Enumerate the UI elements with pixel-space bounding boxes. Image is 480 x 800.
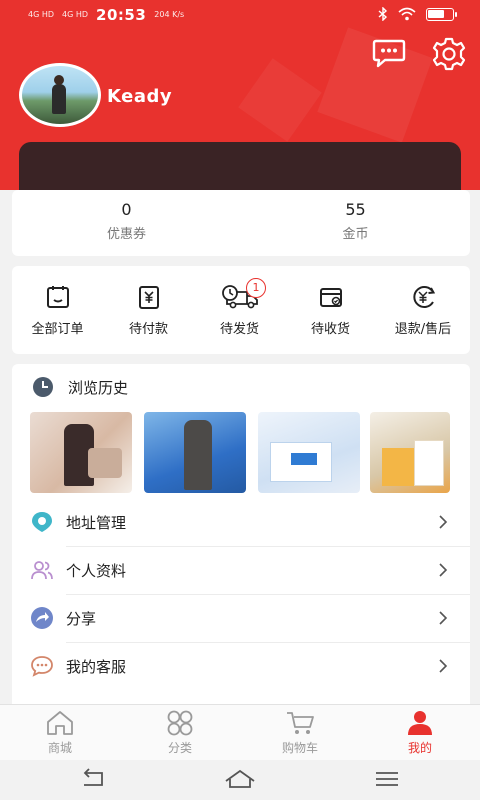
menu-item-service[interactable]: 我的客服 (12, 642, 470, 690)
menu-item-label: 分享 (66, 609, 97, 628)
order-all-label: 全部订单 (31, 322, 84, 337)
menu-item-label: 地址管理 (66, 513, 127, 532)
system-nav-bar (0, 760, 480, 800)
back-icon[interactable] (80, 768, 106, 790)
menu-nav-icon[interactable] (374, 768, 400, 790)
order-all-button[interactable]: 全部订单 (12, 284, 103, 337)
header-decoration (238, 58, 322, 142)
chevron-right-icon (439, 659, 448, 673)
tab-category[interactable]: 分类 (120, 709, 240, 756)
clock-icon (33, 377, 53, 397)
users-icon (31, 561, 53, 580)
chevron-right-icon (439, 563, 448, 577)
person-icon (408, 711, 432, 735)
orders-card: 全部订单 待付款 1 待发货 待收货 退款/售后 (12, 266, 470, 354)
order-unpaid-label: 待付款 (128, 322, 168, 337)
menu-card: 浏览历史 地址管理 个人资料 分享 我的客服 (12, 364, 470, 704)
menu-item-profile[interactable]: 个人资料 (12, 546, 470, 594)
menu-item-share[interactable]: 分享 (12, 594, 470, 642)
coupon-count: 0 (121, 200, 132, 219)
coin-label: 金币 (342, 227, 369, 242)
avatar[interactable] (19, 63, 101, 127)
network-speed: 204 K/s (154, 10, 185, 19)
to-ship-badge: 1 (246, 278, 266, 298)
gear-icon[interactable] (432, 37, 466, 71)
bottom-tab-bar: 商城 分类 购物车 我的 (0, 704, 480, 760)
coupon-label: 优惠券 (106, 227, 146, 242)
history-title: 浏览历史 (68, 378, 129, 397)
home-icon (47, 711, 73, 735)
wifi-icon (398, 7, 416, 21)
member-banner[interactable] (19, 142, 461, 190)
tab-cart[interactable]: 购物车 (240, 709, 360, 756)
tab-home[interactable]: 商城 (0, 709, 120, 756)
cart-icon (287, 712, 314, 734)
category-icon (167, 710, 193, 736)
username: Keady (107, 86, 173, 107)
chat-icon (31, 656, 53, 677)
signal-indicator-1: 4G HD (28, 10, 55, 19)
menu-item-label: 我的客服 (66, 657, 127, 676)
order-to-ship-label: 待发货 (219, 322, 259, 337)
order-refund-button[interactable]: 退款/售后 (376, 284, 470, 337)
tab-mine[interactable]: 我的 (360, 709, 480, 756)
message-icon[interactable] (372, 38, 406, 68)
coupon-stat[interactable]: 0 优惠券 (12, 200, 241, 242)
clipboard-icon (46, 286, 69, 308)
order-to-ship-button[interactable]: 1 待发货 (194, 278, 285, 337)
tab-label: 分类 (167, 741, 192, 755)
history-item[interactable] (30, 412, 132, 493)
history-item[interactable] (258, 412, 360, 493)
battery-icon (426, 7, 457, 21)
tab-label: 购物车 (281, 741, 318, 755)
share-icon (31, 607, 53, 629)
chevron-right-icon (439, 515, 448, 529)
order-to-receive-label: 待收货 (310, 322, 350, 337)
history-item[interactable] (370, 412, 450, 493)
status-time: 20:53 (96, 6, 147, 24)
status-bar: 4G HD 4G HD 20:53 204 K/s (0, 0, 480, 30)
order-to-receive-button[interactable]: 待收货 (285, 284, 376, 337)
home-nav-icon[interactable] (224, 768, 256, 790)
menu-item-address[interactable]: 地址管理 (12, 498, 470, 546)
coin-count: 55 (345, 200, 366, 219)
refund-icon (413, 286, 436, 308)
menu-item-label: 个人资料 (66, 561, 127, 580)
yuan-bill-icon (138, 286, 159, 309)
stats-card: 0 优惠券 55 金币 (12, 190, 470, 256)
profile-header: 4G HD 4G HD 20:53 204 K/s Keady (0, 0, 480, 190)
order-refund-label: 退款/售后 (394, 322, 452, 337)
history-header: 浏览历史 (32, 376, 128, 398)
tab-label: 我的 (407, 741, 432, 755)
chevron-right-icon (439, 611, 448, 625)
coin-stat[interactable]: 55 金币 (241, 200, 470, 242)
signal-indicator-2: 4G HD (62, 10, 89, 19)
location-icon (32, 512, 52, 532)
bluetooth-icon (378, 7, 388, 21)
order-unpaid-button[interactable]: 待付款 (103, 284, 194, 337)
history-item[interactable] (144, 412, 246, 493)
tab-label: 商城 (47, 741, 72, 755)
wallet-icon (319, 288, 342, 307)
